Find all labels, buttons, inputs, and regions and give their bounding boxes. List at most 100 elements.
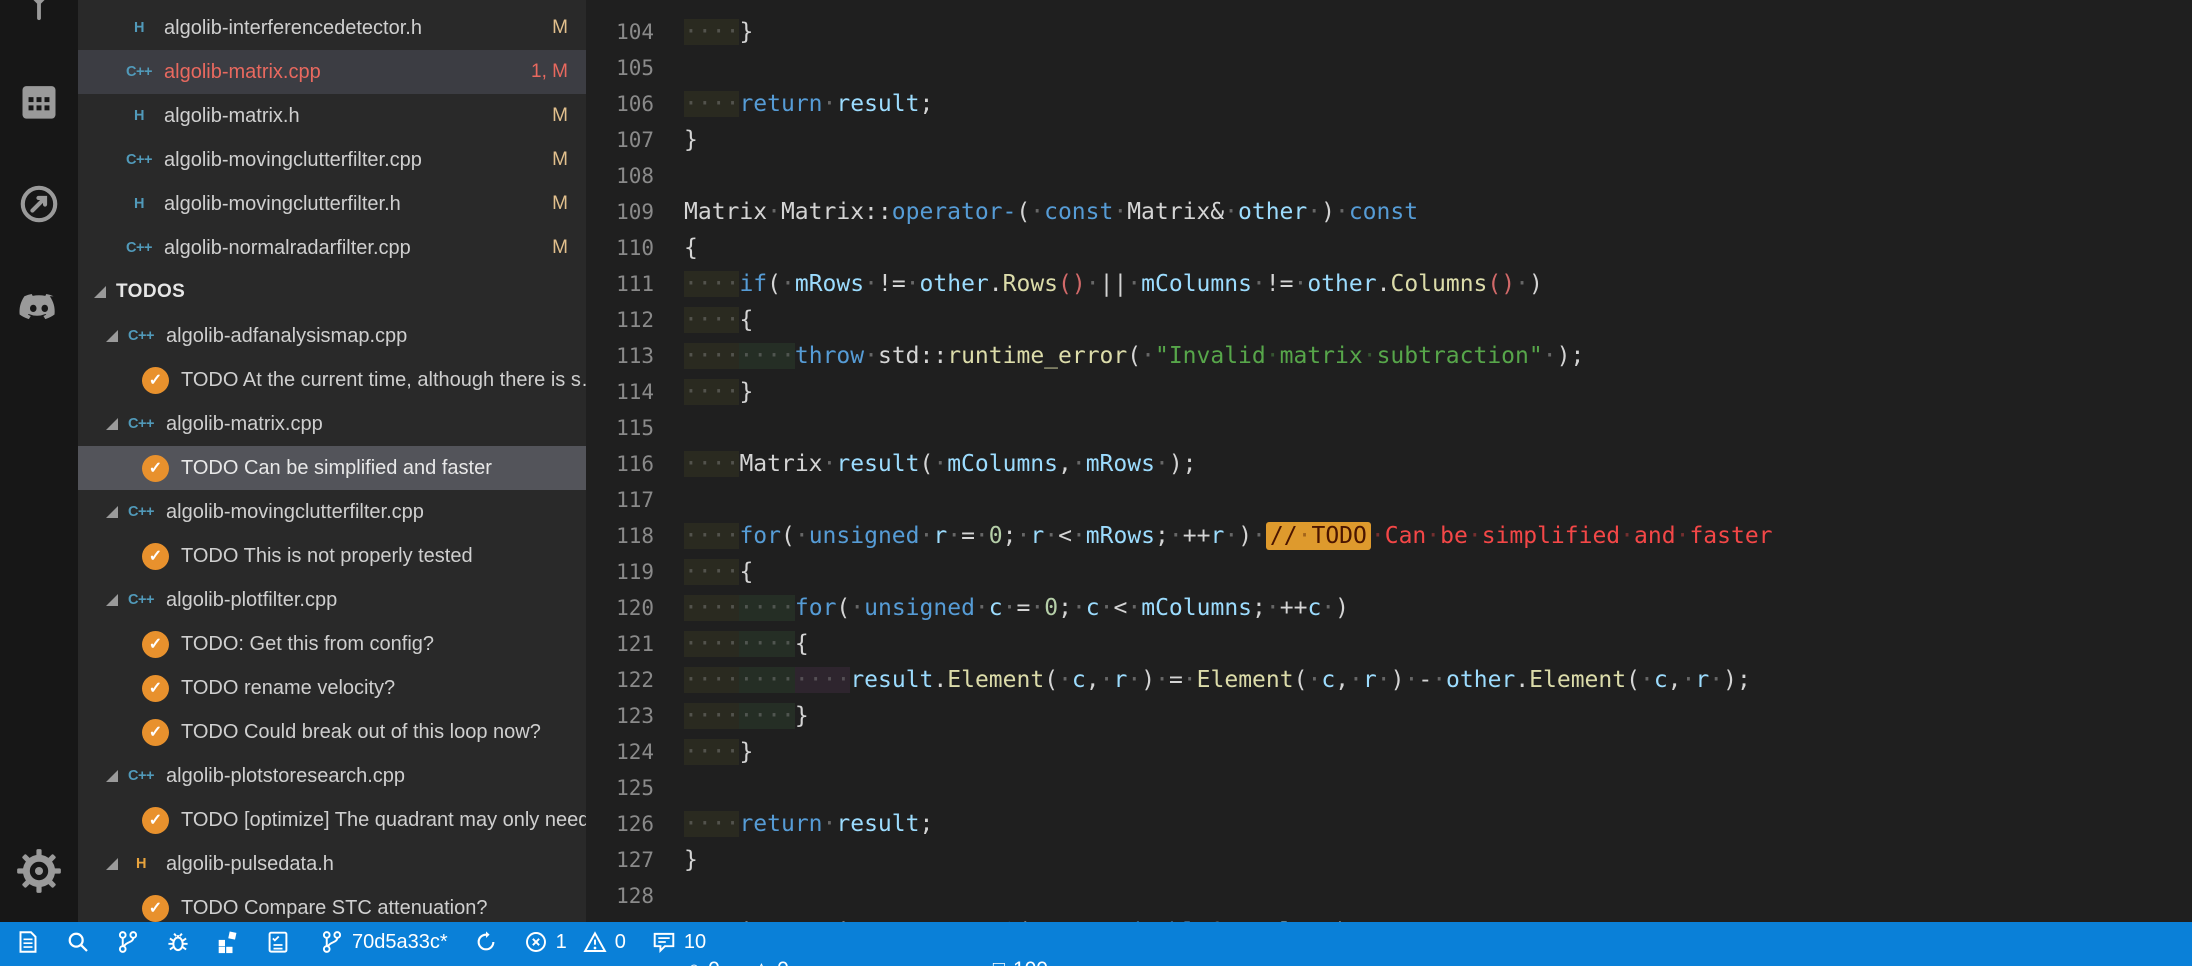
code-line-content[interactable]: ····{ (684, 554, 753, 590)
todo-item[interactable]: ✓ TODO This is not properly tested (78, 534, 586, 578)
code-line-110[interactable]: 110 { (586, 230, 2192, 266)
file-item-algolib-matrix.cpp[interactable]: C++ algolib-matrix.cpp 1, M (78, 50, 586, 94)
code-area[interactable]: 104 ····} 105 106 ····return·result; 107} 108 1… (586, 14, 2192, 922)
code-line-content[interactable]: ····{ (684, 302, 753, 338)
code-line-122[interactable]: 122 ············result.Element(·c,·r·)·=·… (586, 662, 2192, 698)
todo-file-algolib-plotstoresearch.cpp[interactable]: C++ algolib-plotstoresearch.cpp (78, 754, 586, 798)
code-line-125[interactable]: 125 (586, 770, 2192, 806)
code-line-121[interactable]: 121 ········{ (586, 626, 2192, 662)
code-line-126[interactable]: 126 ····return·result; (586, 806, 2192, 842)
code-line-content[interactable]: ····return·result; (684, 86, 933, 122)
collapse-twistie-icon[interactable] (106, 858, 118, 870)
todo-check-icon: ✓ (142, 806, 169, 834)
collapse-twistie-icon[interactable] (106, 594, 118, 606)
code-line-107[interactable]: 107} (586, 122, 2192, 158)
problems-status[interactable]: 1 0 (524, 930, 626, 954)
source-control-shortcut-icon[interactable] (116, 930, 140, 954)
extensions-shortcut-icon[interactable] (216, 930, 240, 954)
code-line-111[interactable]: 111 ····if(·mRows·!=·other.Rows()·||·mCol… (586, 266, 2192, 302)
code-line-129[interactable]: 129 Matrix·Matrix::operator*(·const·doubl… (586, 914, 2192, 922)
code-line-content[interactable]: Matrix·Matrix::operator-(·const·Matrix&·… (684, 194, 1418, 230)
todo-file-algolib-plotfilter.cpp[interactable]: C++ algolib-plotfilter.cpp (78, 578, 586, 622)
collapse-twistie-icon[interactable] (106, 330, 118, 342)
todos-section-header[interactable]: TODOS (78, 270, 586, 314)
sync-status[interactable] (474, 930, 498, 954)
code-line-content[interactable]: ····if(·mRows·!=·other.Rows()·||·mColumn… (684, 266, 1543, 302)
line-number: 115 (616, 416, 654, 440)
code-line-104[interactable]: 104 ····} (586, 14, 2192, 50)
file-item-algolib-movingclutterfilter.h[interactable]: Halgolib-movingclutterfilter.h M (78, 182, 586, 226)
collapse-twistie-icon[interactable] (106, 418, 118, 430)
cpp-file-icon: C++ (126, 64, 152, 80)
collapse-twistie-icon[interactable] (106, 506, 118, 518)
code-line-120[interactable]: 120 ········for(·unsigned·c·=·0;·c·<·mCol… (586, 590, 2192, 626)
todo-file-algolib-matrix.cpp[interactable]: C++ algolib-matrix.cpp (78, 402, 586, 446)
code-line-105[interactable]: 105 (586, 50, 2192, 86)
todo-item[interactable]: ✓ TODO Could break out of this loop now? (78, 710, 586, 754)
code-line-116[interactable]: 116 ····Matrix·result(·mColumns,·mRows·); (586, 446, 2192, 482)
error-count: 1 (555, 930, 567, 953)
code-line-content[interactable]: ········for(·unsigned·c·=·0;·c·<·mColumn… (684, 590, 1349, 626)
search-shortcut-icon[interactable] (66, 930, 90, 954)
code-line-content[interactable]: ········{ (684, 626, 809, 662)
todo-check-icon: ✓ (142, 366, 169, 394)
todo-item[interactable]: ✓ TODO At the current time, although ther… (78, 358, 586, 402)
code-line-112[interactable]: 112 ····{ (586, 302, 2192, 338)
todo-text: TODO At the current time, although there… (181, 368, 586, 391)
git-branch-status[interactable]: 70d5a33c* (320, 930, 448, 954)
code-line-108[interactable]: 108 (586, 158, 2192, 194)
code-line-113[interactable]: 113 ········throw·std::runtime_error(·"In… (586, 338, 2192, 374)
debug-shortcut-icon[interactable] (166, 930, 190, 954)
collapse-twistie-icon[interactable] (94, 286, 106, 298)
code-line-117[interactable]: 117 (586, 482, 2192, 518)
code-line-109[interactable]: 109 Matrix·Matrix::operator-(·const·Matri… (586, 194, 2192, 230)
code-line-content[interactable]: { (684, 230, 698, 266)
code-line-128[interactable]: 128 (586, 878, 2192, 914)
code-line-127[interactable]: 127} (586, 842, 2192, 878)
explorer-shortcut-icon[interactable] (16, 930, 40, 954)
code-line-content[interactable]: } (684, 842, 698, 878)
code-line-123[interactable]: 123 ········} (586, 698, 2192, 734)
todo-item[interactable]: ✓ TODO [optimize] The quadrant may only n… (78, 798, 586, 842)
fragment-count: □ 100 (993, 958, 1048, 966)
todo-file-algolib-pulsedata.h[interactable]: Halgolib-pulsedata.h (78, 842, 586, 886)
code-line-content[interactable]: ····Matrix·result(·mColumns,·mRows·); (684, 446, 1197, 482)
file-item-algolib-interferencedetector.h[interactable]: Halgolib-interferencedetector.h M (78, 6, 586, 50)
todo-tree-icon[interactable] (16, 0, 62, 22)
todo-file-algolib-movingclutterfilter.cpp[interactable]: C++ algolib-movingclutterfilter.cpp (78, 490, 586, 534)
todo-item[interactable]: ✓ TODO: Get this from config? (78, 622, 586, 666)
todo-file-algolib-adfanalysismap.cpp[interactable]: C++ algolib-adfanalysismap.cpp (78, 314, 586, 358)
code-line-115[interactable]: 115 (586, 410, 2192, 446)
code-line-content[interactable]: ····} (684, 374, 753, 410)
file-item-algolib-normalradarfilter.cpp[interactable]: C++ algolib-normalradarfilter.cpp M (78, 226, 586, 270)
code-line-114[interactable]: 114 ····} (586, 374, 2192, 410)
code-line-content[interactable]: ············result.Element(·c,·r·)·=·Ele… (684, 662, 1751, 698)
todo-item[interactable]: ✓ TODO rename velocity? (78, 666, 586, 710)
settings-gear-icon[interactable] (16, 848, 62, 894)
file-item-algolib-matrix.h[interactable]: Halgolib-matrix.h M (78, 94, 586, 138)
file-item-algolib-movingclutterfilter.cpp[interactable]: C++ algolib-movingclutterfilter.cpp M (78, 138, 586, 182)
code-line-content[interactable]: ········throw·std::runtime_error(·"Inval… (684, 338, 1584, 374)
code-line-content[interactable]: ····} (684, 734, 753, 770)
code-line-content[interactable]: ········} (684, 698, 809, 734)
code-line-118[interactable]: 118 ····for(·unsigned·r·=·0;·r·<·mRows;·+… (586, 518, 2192, 554)
code-line-content[interactable]: ····for(·unsigned·r·=·0;·r·<·mRows;·++r·… (684, 518, 1773, 554)
code-line-119[interactable]: 119 ····{ (586, 554, 2192, 590)
timer-icon[interactable] (16, 181, 62, 227)
code-line-106[interactable]: 106 ····return·result; (586, 86, 2192, 122)
code-line-content[interactable]: } (684, 122, 698, 158)
code-line-content[interactable]: Matrix·Matrix::operator*(·const·double&·… (684, 914, 1432, 922)
todo-item[interactable]: ✓ TODO Can be simplified and faster (78, 446, 586, 490)
code-line-content[interactable]: ····} (684, 14, 753, 50)
todo-count-status[interactable]: 10 (652, 930, 706, 954)
discord-icon[interactable] (16, 285, 62, 331)
collapse-twistie-icon[interactable] (106, 770, 118, 782)
line-number: 113 (616, 344, 654, 368)
code-editor[interactable]: 104 ····} 105 106 ····return·result; 107} 108 1… (586, 0, 2192, 922)
code-line-content[interactable]: ····return·result; (684, 806, 933, 842)
todo-tree-shortcut-icon[interactable] (266, 930, 290, 954)
calendar-icon[interactable] (16, 78, 62, 124)
todo-item[interactable]: ✓ TODO Compare STC attenuation? (78, 886, 586, 922)
code-line-124[interactable]: 124 ····} (586, 734, 2192, 770)
file-name: algolib-movingclutterfilter.h (164, 192, 401, 215)
